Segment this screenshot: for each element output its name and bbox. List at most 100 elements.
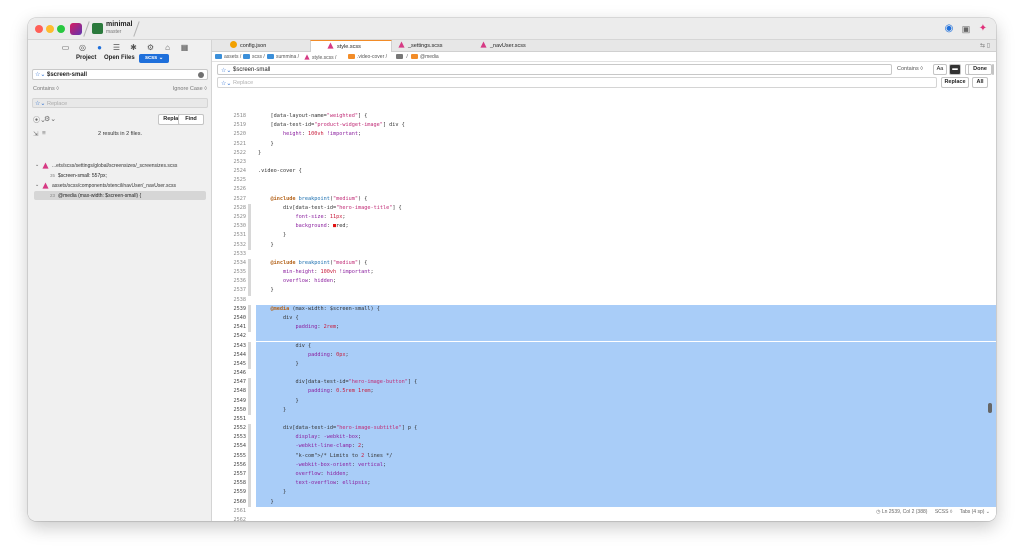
tab-settings-scss[interactable]: _settings.scss: [398, 40, 468, 52]
code-line[interactable]: 2554 -webkit-line-clamp: 2;: [212, 442, 996, 452]
replace-options-icon[interactable]: ☆⌄: [221, 80, 231, 87]
code-line[interactable]: 2543 div {: [212, 341, 996, 351]
code-line[interactable]: 2531 }: [212, 231, 996, 241]
breadcrumb-summina[interactable]: summina /: [267, 54, 299, 60]
result-match-row[interactable]: 35 $screen-small: 557px;: [28, 171, 212, 180]
code-line[interactable]: 2532 }: [212, 240, 996, 250]
code-line[interactable]: 2559 }: [212, 488, 996, 498]
find-button[interactable]: Find: [178, 114, 204, 125]
breadcrumb-media[interactable]: @media: [411, 54, 439, 60]
code-line[interactable]: 2544 padding: 0px;: [212, 350, 996, 360]
tab-style-scss[interactable]: style.scss: [310, 40, 392, 52]
code-line[interactable]: 2550 }: [212, 405, 996, 415]
replace-options-icon[interactable]: ☆⌄: [35, 100, 45, 107]
result-file-row[interactable]: ⌄ ...ets/scss/settings/global/screensize…: [28, 161, 212, 170]
match-case-button[interactable]: Aa: [933, 64, 947, 75]
symbols-icon[interactable]: ☰: [111, 42, 122, 53]
code-line[interactable]: 2521 }: [212, 140, 996, 149]
code-line[interactable]: 2537 }: [212, 286, 996, 296]
editor-replace-input[interactable]: ☆⌄ Replace: [217, 77, 937, 88]
code-line[interactable]: 2557 overflow: hidden;: [212, 470, 996, 480]
code-line[interactable]: 2545 }: [212, 359, 996, 370]
code-line[interactable]: 2520 height: 100vh !important;: [212, 130, 996, 139]
code-editor[interactable]: 2518 [data-layout-name="weighted"] {2519…: [212, 112, 996, 521]
code-line[interactable]: 2556 -webkit-box-orient: vertical;: [212, 460, 996, 470]
result-match-row-selected[interactable]: 23 @media (max-width: $screen-small) {: [34, 191, 206, 200]
code-line[interactable]: 2529 font-size: 11px;: [212, 212, 996, 223]
code-line[interactable]: 2553 display: -webkit-box;: [212, 433, 996, 443]
code-line[interactable]: 2541 padding: 2rem;: [212, 323, 996, 333]
breadcrumb-block[interactable]: /: [396, 54, 408, 60]
code-line[interactable]: 2546: [212, 369, 996, 379]
whole-word-button[interactable]: ▬: [949, 64, 961, 75]
chevron-down-icon[interactable]: ⌄: [35, 162, 39, 168]
tab-navuser-scss[interactable]: _navUser.scss: [480, 40, 560, 52]
find-done-button[interactable]: Done: [968, 64, 992, 75]
close-window-button[interactable]: [35, 25, 43, 33]
scope-project[interactable]: Project: [76, 55, 96, 61]
sparkle-icon[interactable]: ✦: [977, 23, 989, 35]
chevron-down-icon[interactable]: ⌄: [35, 182, 39, 188]
history-icon[interactable]: ⌂: [162, 42, 173, 53]
case-mode-dropdown[interactable]: Ignore Case ◊: [173, 86, 207, 92]
branch-name[interactable]: master: [106, 29, 121, 35]
code-line[interactable]: 2526: [212, 185, 996, 194]
code-line[interactable]: 2549 }: [212, 396, 996, 406]
code-line[interactable]: 2548 padding: 0.5rem 1rem;: [212, 387, 996, 397]
settings-gear-icon[interactable]: ⚙⌄: [44, 115, 56, 123]
code-line[interactable]: 2518 [data-layout-name="weighted"] {: [212, 112, 996, 121]
syntax-mode[interactable]: SCSS ◊: [935, 509, 952, 515]
code-line[interactable]: 2547 div[data-test-id="hero-image-button…: [212, 378, 996, 388]
breadcrumb-assets[interactable]: assets /: [215, 54, 241, 60]
scope-filter-dropdown[interactable]: scss ⌄: [139, 54, 170, 63]
editor-scrollbar-thumb[interactable]: [988, 403, 992, 413]
code-line[interactable]: 2525: [212, 176, 996, 185]
code-line[interactable]: 2535 min-height: 100vh !important;: [212, 268, 996, 278]
code-line[interactable]: 2540 div {: [212, 313, 996, 324]
sidebar-replace-input[interactable]: ☆⌄ Replace: [32, 98, 208, 108]
project-icon[interactable]: [70, 23, 82, 35]
code-line[interactable]: 2522}: [212, 149, 996, 158]
sidebar-find-input[interactable]: ☆⌄ $screen-small: [32, 69, 208, 80]
code-line[interactable]: 2519 [data-test-id="product-widget-image…: [212, 121, 996, 130]
indentation-mode[interactable]: Tabs (4 sp) ⌄: [960, 509, 990, 515]
breadcrumb-scss[interactable]: scss /: [243, 54, 265, 60]
grid-icon[interactable]: ▦: [179, 42, 190, 53]
breadcrumb-video-cover[interactable]: .video-cover /: [348, 54, 387, 60]
code-line[interactable]: 2530 background: ■red;: [212, 222, 996, 232]
code-line[interactable]: 2523: [212, 158, 996, 167]
code-line[interactable]: 2555 "k-com">/* Limits to 2 lines */: [212, 451, 996, 461]
sidebar-toggle-icon[interactable]: ▣: [960, 23, 972, 35]
minimize-window-button[interactable]: [46, 25, 54, 33]
files-icon[interactable]: ▭: [60, 42, 71, 53]
code-line[interactable]: 2542: [212, 332, 996, 342]
editor-find-input[interactable]: ☆⌄ $screen-small: [217, 64, 892, 75]
replace-all-button[interactable]: All: [972, 77, 988, 88]
issues-icon[interactable]: ⚙: [145, 42, 156, 53]
replace-button[interactable]: Replace: [941, 77, 969, 88]
code-line[interactable]: 2538: [212, 296, 996, 305]
code-line[interactable]: 2560 }: [212, 497, 996, 507]
cursor-position[interactable]: ◷ Ln 2539, Col 2 (388): [876, 509, 927, 515]
search-options-icon[interactable]: ☆⌄: [221, 67, 231, 74]
code-line[interactable]: 2524 .video-cover {: [212, 167, 996, 176]
match-mode-dropdown[interactable]: Contains ◊: [33, 86, 59, 92]
bookmarks-icon[interactable]: ✱: [128, 42, 139, 53]
code-line[interactable]: 2527 @include breakpoint("medium") {: [212, 195, 996, 204]
preview-eye-icon[interactable]: ◉: [943, 23, 955, 35]
tab-config-json[interactable]: config.json: [226, 40, 286, 52]
code-line[interactable]: 2552 div[data-test-id="hero-image-subtit…: [212, 424, 996, 434]
code-line[interactable]: 2534 @include breakpoint("medium") {: [212, 258, 996, 269]
zoom-window-button[interactable]: [57, 25, 65, 33]
code-line[interactable]: 2539 @media (max-width: $screen-small) {: [212, 304, 996, 314]
split-view-icon[interactable]: ⇆ ▯: [980, 42, 990, 49]
code-line[interactable]: 2528 div[data-test-id="hero-image-title"…: [212, 203, 996, 213]
code-line[interactable]: 2551: [212, 414, 996, 425]
clear-search-icon[interactable]: [198, 72, 204, 78]
git-icon[interactable]: ◎: [77, 42, 88, 53]
breadcrumb-style-scss[interactable]: style.scss /: [304, 54, 336, 61]
code-line[interactable]: 2533: [212, 250, 996, 259]
code-line[interactable]: 2536 overflow: hidden;: [212, 277, 996, 287]
find-mode-dropdown[interactable]: Contains ◊: [897, 66, 923, 72]
search-options-icon[interactable]: ☆⌄: [35, 71, 45, 78]
